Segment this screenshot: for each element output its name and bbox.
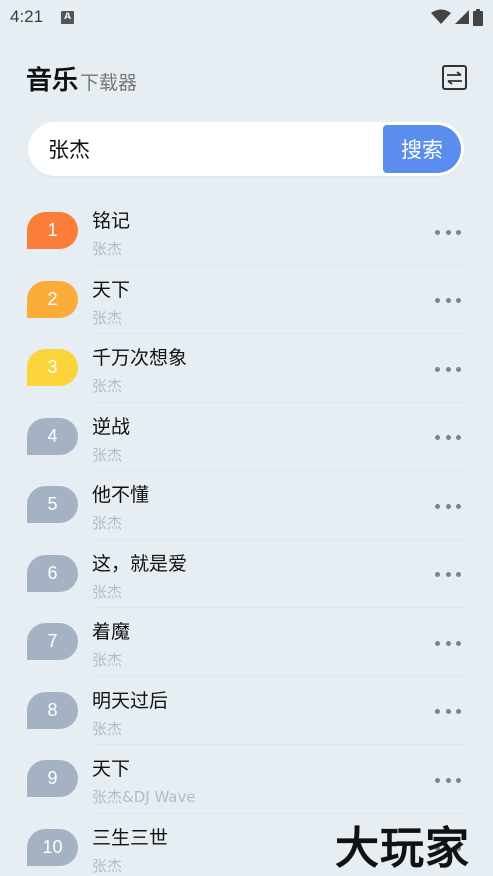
song-artist: 张杰 [92, 240, 123, 258]
song-artist: 张杰 [92, 582, 123, 601]
dot [435, 298, 440, 303]
dot [435, 709, 440, 714]
dot [435, 572, 440, 577]
rank-badge: 2 [27, 280, 78, 318]
rank-badge: 8 [27, 691, 78, 729]
more-options-icon[interactable] [435, 709, 461, 715]
song-title: 明天过后 [92, 689, 169, 712]
status-time: 4:21 [10, 7, 44, 26]
rank-badge: 4 [27, 417, 78, 455]
dot [445, 435, 451, 440]
app-header: 音乐 下载器 [26, 60, 137, 100]
swap-icon [447, 70, 462, 85]
dot [445, 298, 451, 303]
song-title: 天下 [92, 758, 131, 780]
more-options-icon[interactable] [435, 435, 461, 441]
dot [445, 777, 451, 783]
more-options-icon[interactable] [435, 503, 461, 509]
dot [445, 229, 451, 235]
song-row[interactable]: 8 明天过后张杰 [0, 677, 493, 746]
more-options-icon[interactable] [435, 572, 461, 578]
wifi-icon [431, 9, 451, 24]
song-title: 千万次想象 [92, 347, 188, 369]
more-options-icon[interactable] [435, 366, 461, 372]
song-title: 他不懂 [92, 484, 150, 506]
status-bar: 4:21 A [0, 0, 493, 34]
song-title: 逆战 [92, 415, 131, 438]
dot [456, 777, 461, 783]
dot [456, 298, 461, 303]
rank-badge: 9 [27, 760, 78, 797]
dot [456, 572, 461, 577]
more-options-icon[interactable] [435, 229, 461, 235]
song-row[interactable]: 5 他不懂张杰 [0, 471, 493, 540]
rank-badge: 1 [27, 212, 78, 249]
song-artist: 张杰 [92, 719, 123, 738]
search-input[interactable] [28, 122, 383, 176]
song-title: 这，就是爱 [92, 552, 188, 575]
watermark-logo: 大玩家 [335, 823, 470, 874]
song-title: 三生三世 [92, 826, 169, 849]
song-title: 着魔 [92, 621, 131, 643]
rank-badge: 3 [27, 349, 78, 386]
song-row[interactable]: 3 千万次想象张杰 [0, 334, 493, 403]
search-button[interactable]: 搜索 [383, 125, 461, 173]
song-row[interactable]: 2 天下张杰 [0, 266, 493, 335]
app-subtitle: 下载器 [80, 72, 138, 94]
song-row[interactable]: 4 逆战张杰 [0, 403, 493, 472]
more-options-icon[interactable] [435, 298, 461, 304]
dot [445, 572, 451, 577]
dot [435, 435, 440, 440]
battery-icon [473, 8, 483, 26]
dot [456, 366, 461, 372]
song-artist: 张杰 [92, 308, 123, 327]
more-options-icon[interactable] [435, 777, 461, 783]
dot [456, 435, 461, 440]
dot [445, 709, 451, 714]
more-options-icon[interactable] [435, 640, 461, 646]
dot [435, 503, 440, 509]
song-row[interactable]: 7 着魔张杰 [0, 608, 493, 677]
search-bar: 搜索 [28, 122, 464, 176]
rank-badge: 7 [27, 623, 78, 660]
dot [435, 777, 440, 783]
song-list: 1 铭记 张杰 2 天下 张杰 3 千万次想象 张杰 4 逆战 张杰 5 他不懂 张杰 6 这，就是爱 张杰 7 着魔… [0, 197, 493, 876]
rank-badge: 6 [27, 554, 78, 592]
notification-a-icon: A [61, 10, 75, 24]
song-row[interactable]: 9 天下张杰&DJ Wave [0, 745, 493, 814]
cellular-signal-icon [455, 10, 469, 24]
song-artist: 张杰 [92, 514, 123, 532]
dot [445, 503, 451, 509]
song-row[interactable]: 6 这，就是爱张杰 [0, 540, 493, 609]
song-artist: 张杰 [92, 445, 123, 464]
app-title: 音乐 [26, 66, 79, 96]
song-artist: 张杰&DJ Wave [92, 788, 196, 806]
dot [456, 640, 461, 646]
rank-badge: 10 [27, 828, 78, 866]
song-row[interactable]: 1 铭记张杰 [0, 197, 493, 266]
song-title: 天下 [92, 278, 131, 301]
dot [435, 640, 440, 646]
dot [456, 709, 461, 714]
swap-button[interactable] [442, 65, 467, 90]
dot [456, 503, 461, 509]
rank-badge: 5 [27, 486, 78, 523]
status-icons [431, 8, 483, 26]
song-artist: 张杰 [92, 651, 123, 669]
dot [445, 640, 451, 646]
dot [435, 229, 440, 235]
song-artist: 张杰 [92, 377, 123, 395]
dot [445, 366, 451, 372]
dot [435, 366, 440, 372]
song-artist: 张杰 [92, 856, 123, 875]
dot [456, 229, 461, 235]
song-title: 铭记 [92, 210, 131, 232]
